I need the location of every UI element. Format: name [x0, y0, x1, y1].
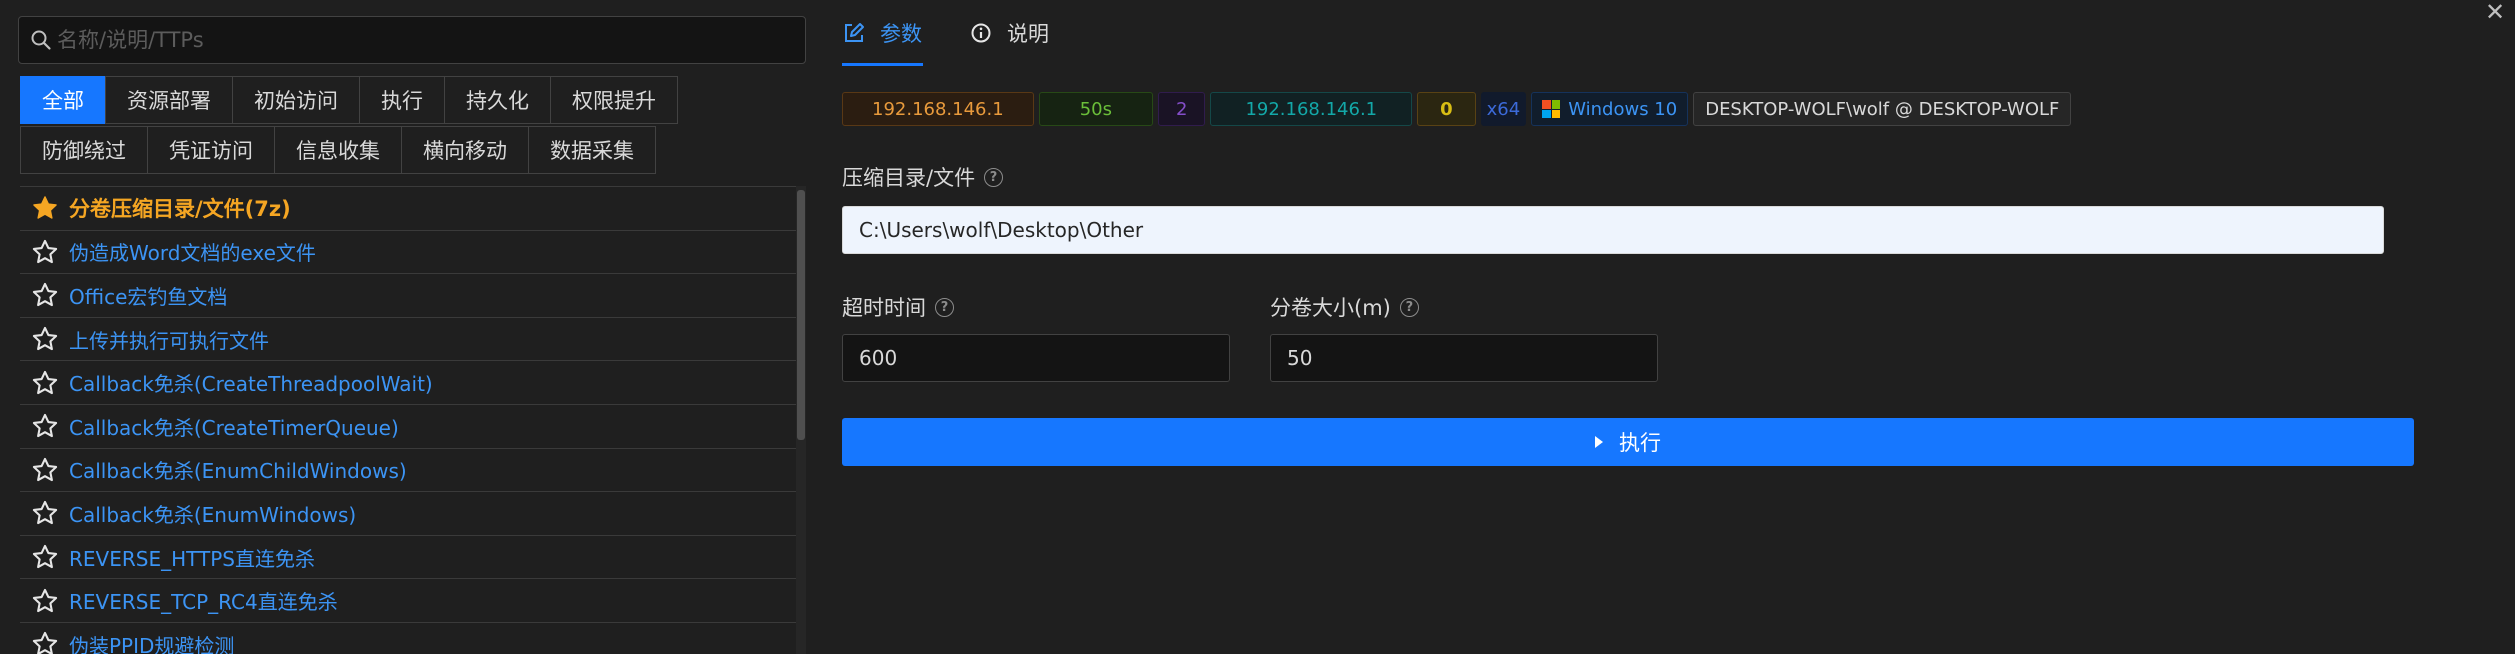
module-label: 伪装PPID规避检测	[69, 633, 235, 654]
module-label: Callback免杀(EnumChildWindows)	[69, 459, 407, 484]
execute-button[interactable]: 执行	[842, 418, 2414, 466]
tab-defense-evasion[interactable]: 防御绕过	[20, 126, 148, 174]
module-panel: 全部 资源部署 初始访问 执行 持久化 权限提升 防御绕过 凭证访问 信息收集 …	[0, 0, 808, 654]
star-filled-icon[interactable]	[31, 194, 59, 222]
path-label: 压缩目录/文件 ?	[842, 162, 1004, 192]
star-outline-icon[interactable]	[31, 412, 59, 440]
list-item[interactable]: Callback免杀(EnumWindows)	[20, 492, 796, 536]
star-outline-icon[interactable]	[31, 587, 59, 615]
star-outline-icon[interactable]	[31, 238, 59, 266]
tab-persistence[interactable]: 持久化	[444, 76, 551, 124]
execute-label: 执行	[1619, 431, 1661, 455]
star-outline-icon[interactable]	[31, 369, 59, 397]
search-box[interactable]	[18, 16, 806, 64]
module-label: 分卷压缩目录/文件(7z)	[69, 197, 291, 222]
play-icon	[1595, 436, 1603, 448]
help-icon[interactable]: ?	[1399, 297, 1419, 317]
module-label: Callback免杀(EnumWindows)	[69, 502, 357, 527]
tab-privilege-escalation[interactable]: 权限提升	[550, 76, 678, 124]
star-outline-icon[interactable]	[31, 456, 59, 484]
module-label: REVERSE_HTTPS直连免杀	[69, 546, 315, 571]
tab-all[interactable]: 全部	[20, 76, 106, 124]
os-label: Windows 10	[1568, 98, 1678, 120]
pid-tag: 2	[1157, 92, 1206, 126]
timeout-label: 超时时间 ?	[842, 292, 954, 322]
volume-size-input[interactable]: 50	[1270, 334, 1658, 382]
category-tabs: 全部 资源部署 初始访问 执行 持久化 权限提升 防御绕过 凭证访问 信息收集 …	[20, 76, 720, 176]
volume-size-label-text: 分卷大小(m)	[1270, 296, 1391, 320]
star-outline-icon[interactable]	[31, 325, 59, 353]
list-item[interactable]: REVERSE_TCP_RC4直连免杀	[20, 579, 796, 623]
timeout-label-text: 超时时间	[842, 296, 926, 320]
tab-initial-access[interactable]: 初始访问	[232, 76, 360, 124]
list-item[interactable]: Callback免杀(CreateThreadpoolWait)	[20, 361, 796, 405]
tab-execution[interactable]: 执行	[359, 76, 445, 124]
detail-panel: 参数 说明 ✕ 192.168.146.1 50s 2 192.168.146.…	[808, 0, 2515, 654]
module-label: Callback免杀(CreateThreadpoolWait)	[69, 372, 433, 397]
tab-help[interactable]: 说明	[969, 0, 1050, 66]
list-item[interactable]: REVERSE_HTTPS直连免杀	[20, 536, 796, 580]
module-label: Callback免杀(CreateTimerQueue)	[69, 415, 399, 440]
list-item[interactable]: 伪造成Word文档的exe文件	[20, 231, 796, 275]
detail-tabs: 参数 说明	[842, 0, 1096, 68]
tab-params-label: 参数	[880, 22, 922, 46]
tab-lateral-movement[interactable]: 横向移动	[401, 126, 529, 174]
module-label: REVERSE_TCP_RC4直连免杀	[69, 590, 338, 615]
list-item[interactable]: Office宏钓鱼文档	[20, 274, 796, 318]
module-label: Office宏钓鱼文档	[69, 284, 228, 309]
arch-tag: x64	[1480, 92, 1527, 126]
tab-help-label: 说明	[1007, 22, 1049, 46]
search-input[interactable]	[57, 17, 805, 63]
list-item[interactable]: 伪装PPID规避检测	[20, 623, 796, 654]
volume-size-label: 分卷大小(m) ?	[1270, 292, 1419, 322]
scrollbar-thumb[interactable]	[797, 190, 805, 440]
tab-resource-development[interactable]: 资源部署	[105, 76, 233, 124]
windows-icon	[1542, 100, 1561, 118]
close-icon[interactable]: ✕	[2485, 0, 2515, 30]
module-label: 上传并执行可执行文件	[69, 328, 269, 353]
edit-icon	[845, 23, 864, 42]
help-icon[interactable]: ?	[984, 167, 1004, 187]
help-icon[interactable]: ?	[935, 297, 954, 317]
heartbeat-tag: 50s	[1038, 92, 1153, 126]
tab-credential-access[interactable]: 凭证访问	[147, 126, 275, 174]
tab-discovery[interactable]: 信息收集	[274, 126, 402, 174]
path-label-text: 压缩目录/文件	[842, 166, 976, 190]
star-outline-icon[interactable]	[31, 499, 59, 527]
list-item[interactable]: Callback免杀(CreateTimerQueue)	[20, 405, 796, 449]
list-item[interactable]: Callback免杀(EnumChildWindows)	[20, 449, 796, 493]
path-input[interactable]: C:\Users\wolf\Desktop\Other	[842, 206, 2384, 254]
tab-params[interactable]: 参数	[842, 0, 923, 66]
internal-ip-tag: 192.168.146.1	[1210, 92, 1413, 126]
timeout-input[interactable]: 600	[842, 334, 1230, 382]
info-icon	[971, 23, 991, 43]
module-list: 分卷压缩目录/文件(7z) 伪造成Word文档的exe文件 Office宏钓鱼文…	[20, 186, 796, 654]
star-outline-icon[interactable]	[31, 543, 59, 571]
host-tag: DESKTOP-WOLF\wolf @ DESKTOP-WOLF	[1693, 92, 2072, 126]
session-info: 192.168.146.1 50s 2 192.168.146.1 0 x64 …	[842, 92, 2076, 126]
star-outline-icon[interactable]	[31, 630, 59, 654]
count-tag: 0	[1417, 92, 1476, 126]
module-label: 伪造成Word文档的exe文件	[69, 241, 316, 266]
list-item[interactable]: 上传并执行可执行文件	[20, 318, 796, 362]
session-ip-tag: 192.168.146.1	[842, 92, 1034, 126]
os-tag: Windows 10	[1531, 92, 1689, 126]
star-outline-icon[interactable]	[31, 281, 59, 309]
tab-collection[interactable]: 数据采集	[528, 126, 656, 174]
list-item[interactable]: 分卷压缩目录/文件(7z)	[20, 187, 796, 231]
